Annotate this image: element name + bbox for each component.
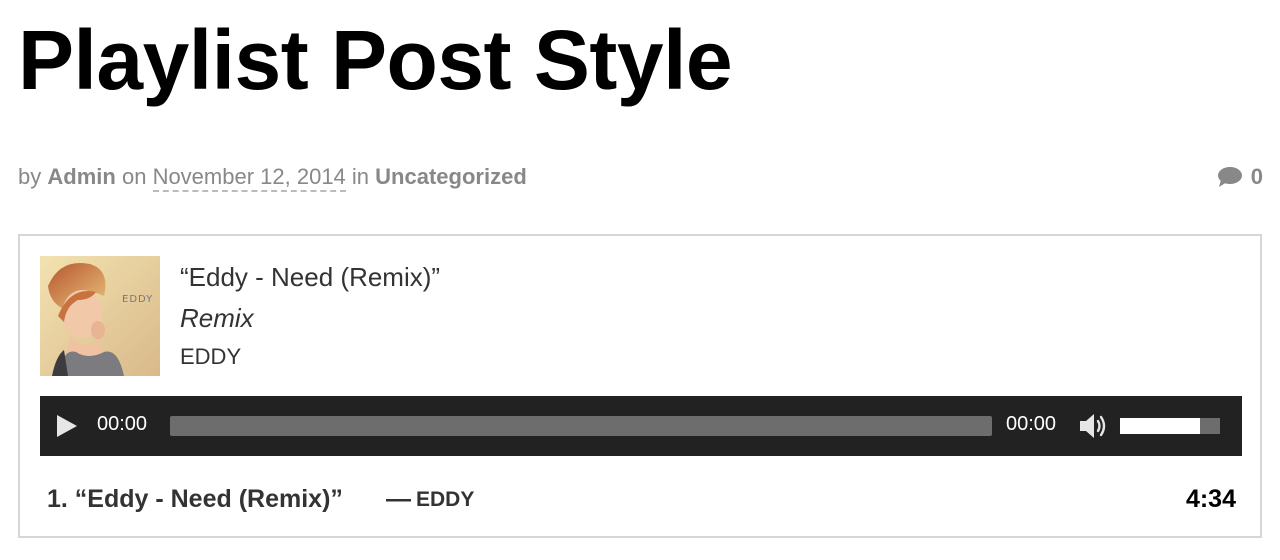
mute-button[interactable]: [1078, 412, 1110, 440]
duration-time: 00:00: [1006, 413, 1057, 435]
post-meta: by Admin on November 12, 2014 in Uncateg…: [18, 163, 527, 192]
cover-text: EDDY: [122, 294, 154, 305]
audio-player: 00:00 00:00: [40, 396, 1242, 456]
comment-bubble-icon: [1217, 166, 1243, 188]
current-track-album: Remix: [180, 303, 254, 333]
track-row-title: 1. “Eddy - Need (Remix)”: [47, 485, 343, 513]
progress-rail[interactable]: [170, 416, 992, 436]
volume-icon: [1080, 414, 1106, 438]
album-cover: EDDY: [40, 256, 160, 376]
play-icon: [57, 415, 77, 437]
track-row-length: 4:34: [1185, 485, 1236, 513]
post-title: Playlist Post Style: [18, 13, 733, 107]
album-cover-image: [40, 256, 160, 376]
by-label: by: [18, 164, 42, 189]
comments-count: 0: [1250, 164, 1263, 189]
volume-fill: [1120, 418, 1200, 434]
current-track-artist: EDDY: [180, 344, 242, 369]
current-track-title: “Eddy - Need (Remix)”: [180, 262, 441, 292]
play-button[interactable]: [54, 413, 80, 439]
author-link[interactable]: Admin: [47, 164, 115, 189]
on-label: on: [121, 164, 147, 189]
track-row-separator: —: [386, 485, 411, 513]
current-time: 00:00: [97, 413, 148, 435]
playlist-track-row[interactable]: 1. “Eddy - Need (Remix)” — EDDY 4:34: [40, 481, 1242, 515]
volume-slider[interactable]: [1120, 418, 1220, 434]
track-row-artist: EDDY: [416, 488, 475, 511]
post-date-link[interactable]: November 12, 2014: [152, 164, 346, 192]
playlist: EDDY “Eddy - Need (Remix)” Remix EDDY 00…: [18, 234, 1262, 538]
comments-link[interactable]: 0: [1217, 163, 1263, 191]
category-link[interactable]: Uncategorized: [375, 164, 527, 189]
in-label: in: [351, 164, 370, 189]
